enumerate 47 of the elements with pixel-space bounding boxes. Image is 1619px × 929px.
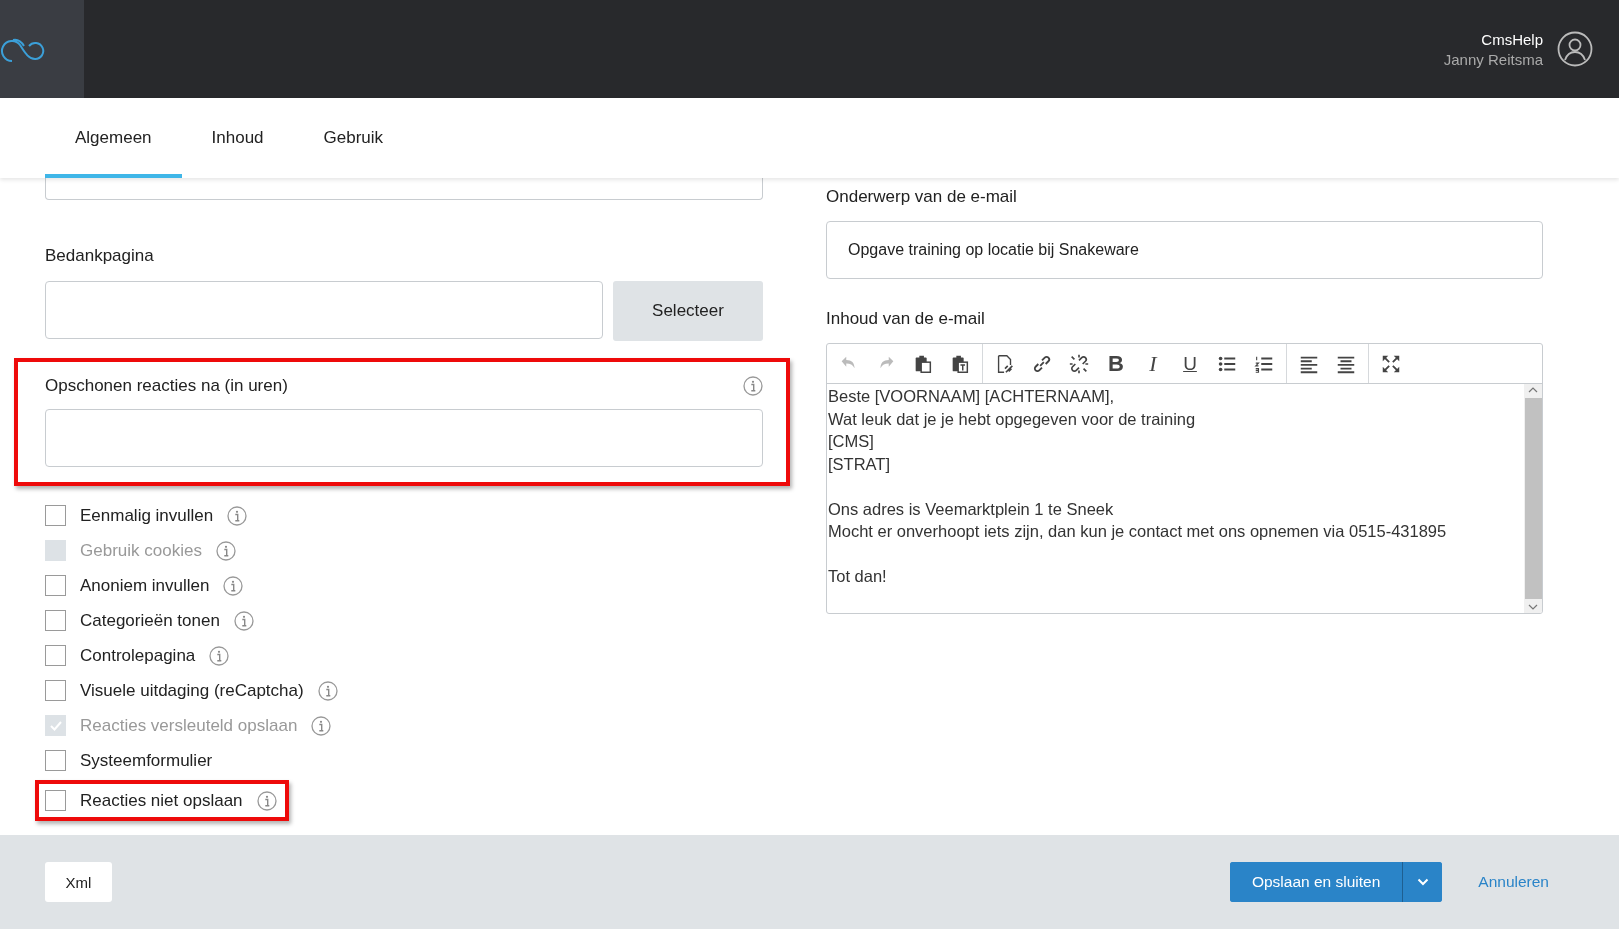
thank-page-field[interactable] bbox=[45, 281, 603, 339]
checkbox-label: Controlepagina bbox=[80, 645, 196, 666]
info-icon[interactable] bbox=[743, 376, 763, 396]
field-label: Onderwerp van de e-mail bbox=[826, 187, 1018, 207]
field-label: Opschonen reacties na (in uren) bbox=[45, 376, 288, 396]
checkbox[interactable] bbox=[45, 575, 66, 596]
info-icon[interactable] bbox=[227, 505, 248, 526]
checkbox-label: Eenmalig invullen bbox=[80, 505, 214, 526]
dropdown-button[interactable] bbox=[1402, 862, 1443, 902]
xml-button[interactable]: Xml bbox=[45, 862, 112, 902]
tab[interactable]: Gebruik bbox=[293, 98, 414, 178]
checkbox-label: Gebruik cookies bbox=[80, 540, 202, 561]
info-icon[interactable] bbox=[256, 790, 277, 811]
checkbox-label: Visuele uitdaging (reCaptcha) bbox=[80, 680, 304, 701]
bold-button[interactable]: B bbox=[1098, 345, 1134, 382]
info-icon[interactable] bbox=[233, 610, 254, 631]
chevron-down-icon bbox=[1416, 878, 1429, 886]
checkbox[interactable] bbox=[45, 505, 66, 526]
scrollbar[interactable] bbox=[1524, 384, 1542, 613]
user-avatar-icon[interactable] bbox=[1557, 31, 1593, 67]
info-icon[interactable] bbox=[223, 575, 244, 596]
checkbox-label: Categorieën tonen bbox=[80, 610, 220, 631]
checkbox[interactable] bbox=[45, 680, 66, 701]
italic-button[interactable]: I bbox=[1135, 345, 1171, 382]
text-field[interactable] bbox=[45, 178, 763, 200]
checkbox[interactable] bbox=[45, 610, 66, 631]
checkbox-label: Reacties niet opslaan bbox=[80, 790, 243, 811]
subject-field[interactable]: Opgave training op locatie bij Snakeware bbox=[826, 221, 1543, 279]
email-body-text: Beste [VOORNAAM] [ACHTERNAAM], Wat leuk dat je je hebt opgegeven voor de training [CMS] [STRAT] Ons adres is Veemarktplein 1 te Sneek Mocht er onverhoopt iets zijn, dan kun je contact met ons opnemen via 0515-431895 Tot dan! bbox=[827, 386, 1448, 587]
checkbox-label: Anoniem invullen bbox=[80, 575, 210, 596]
checkbox-label: Systeemformulier bbox=[80, 750, 213, 771]
select-button[interactable]: Selecteer bbox=[613, 281, 763, 341]
checkbox-label: Reacties versleuteld opslaan bbox=[80, 715, 298, 736]
info-icon[interactable] bbox=[317, 680, 338, 701]
info-icon[interactable] bbox=[209, 645, 230, 666]
checkbox[interactable] bbox=[45, 750, 66, 771]
user-name: Janny Reitsma bbox=[1443, 50, 1543, 68]
broken-link-icon bbox=[1068, 352, 1090, 375]
app-name: CmsHelp bbox=[1481, 30, 1543, 48]
checkbox[interactable] bbox=[45, 790, 66, 811]
field-label: Inhoud van de e-mail bbox=[826, 309, 986, 329]
underline-button[interactable]: U bbox=[1172, 345, 1208, 382]
checkbox[interactable] bbox=[45, 645, 66, 666]
hours-field[interactable] bbox=[45, 409, 763, 467]
tab[interactable]: Inhoud bbox=[181, 98, 294, 178]
rich-text-editor[interactable] bbox=[826, 343, 1543, 614]
field-label: Bedankpagina bbox=[45, 246, 155, 266]
